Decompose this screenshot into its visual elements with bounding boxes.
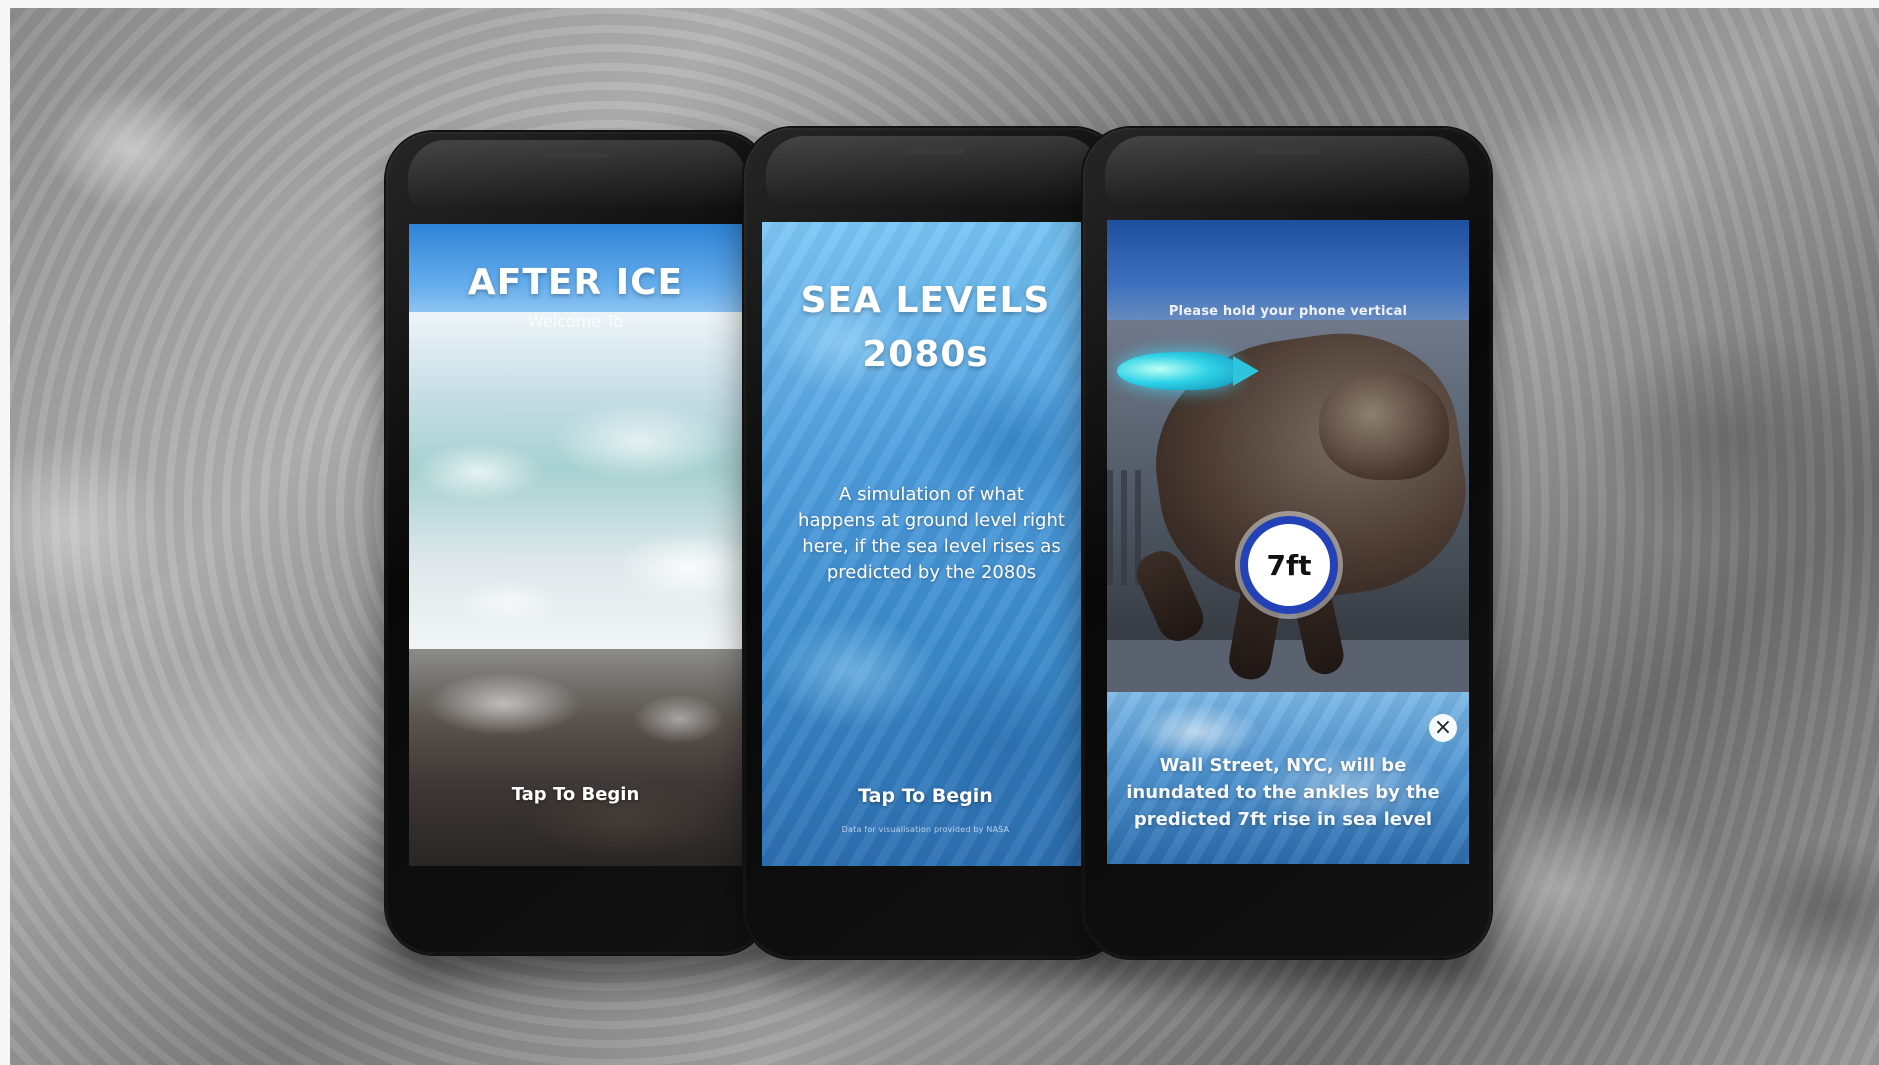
phone-right: Please hold your phone vertical 7ft × Wa… <box>1083 128 1491 958</box>
location-info-text: Wall Street, NYC, will be inundated to t… <box>1126 755 1440 830</box>
orientation-instruction: Please hold your phone vertical <box>1168 304 1408 319</box>
phone-left: AFTER ICE Welcome To Tap To Begin <box>386 132 768 954</box>
tap-to-begin-button[interactable]: Tap To Begin <box>409 784 742 805</box>
presentation-stage: AFTER ICE Welcome To Tap To Begin SEA LE… <box>0 0 1879 1065</box>
screen-middle: SEA LEVELS 2080s A simulation of what hap… <box>762 222 1089 866</box>
screen-right: Please hold your phone vertical 7ft × Wa… <box>1107 220 1469 864</box>
speaker-grille <box>901 149 965 154</box>
data-source-note: Data for visualisation provided by NASA <box>841 825 1010 834</box>
sea-level-title: SEA LEVELS 2080s <box>800 280 1051 375</box>
speaker-grille <box>545 153 609 158</box>
depth-badge: 7ft <box>1240 516 1338 614</box>
rock-foreground <box>409 649 742 866</box>
phone-middle: SEA LEVELS 2080s A simulation of what hap… <box>744 128 1122 958</box>
screen-left: AFTER ICE Welcome To Tap To Begin <box>409 224 742 866</box>
simulation-description: A simulation of what happens at ground l… <box>798 484 1065 583</box>
glacier-image <box>409 312 742 662</box>
tap-to-begin-button[interactable]: Tap To Begin <box>762 785 1089 807</box>
welcome-text: Welcome To <box>527 312 624 331</box>
close-icon[interactable]: × <box>1429 714 1457 742</box>
speaker-grille <box>1255 149 1319 154</box>
bull-head <box>1319 370 1449 480</box>
fish-icon <box>1117 352 1259 390</box>
depth-label: 7ft <box>1266 548 1312 582</box>
app-title: AFTER ICE <box>467 262 684 303</box>
